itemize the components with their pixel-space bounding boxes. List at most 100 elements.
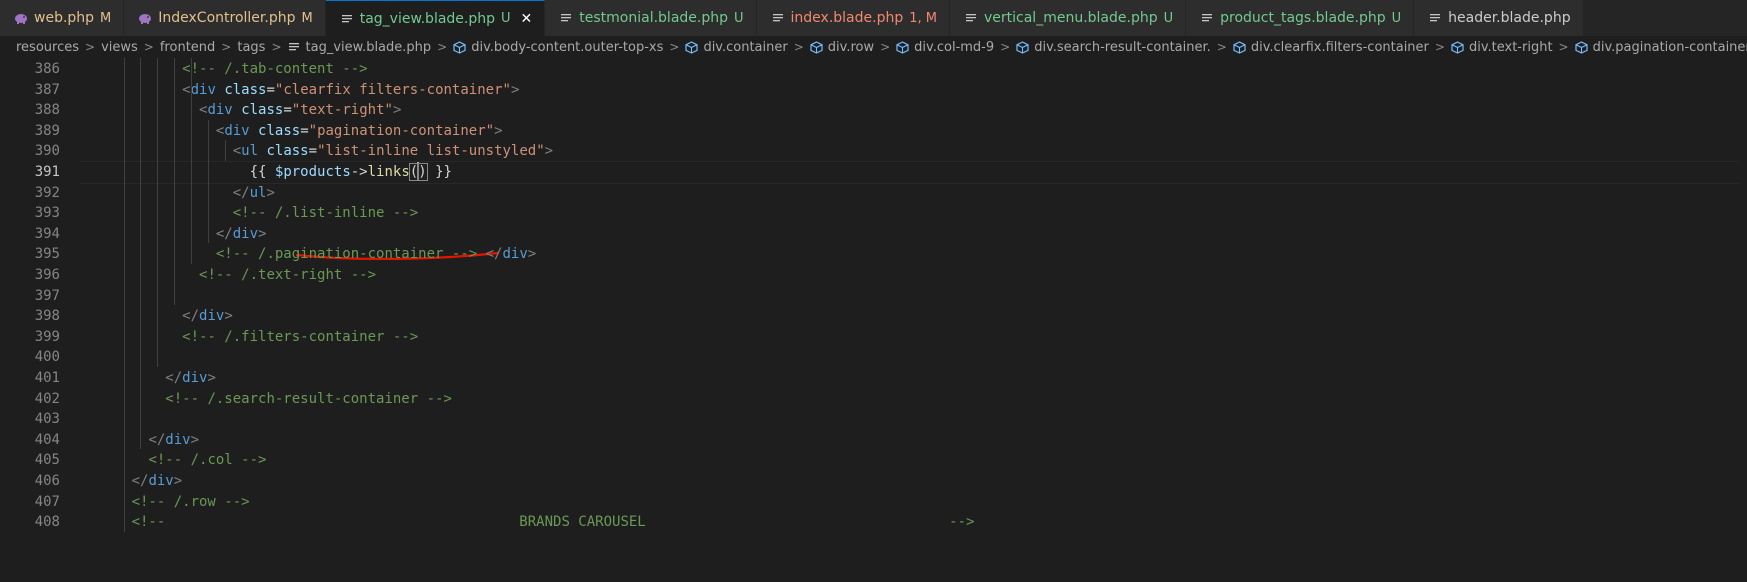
cube-icon xyxy=(1575,40,1588,54)
breadcrumb-item[interactable]: div.body-content.outer-top-xs xyxy=(453,40,663,55)
code-token: -> xyxy=(350,164,368,180)
code-line: 400 xyxy=(0,346,1747,369)
code-line: 396 <!-- /.text-right --> xyxy=(0,264,1747,287)
breadcrumb-item[interactable]: div.row xyxy=(810,40,874,55)
tab-git-status: 1, M xyxy=(909,10,937,26)
breadcrumb-item[interactable]: resources xyxy=(16,40,79,55)
breadcrumb-item[interactable]: tags xyxy=(237,40,265,55)
code-token: = xyxy=(308,143,318,160)
line-number: 390 xyxy=(34,143,60,160)
code-token: class xyxy=(224,81,267,98)
breadcrumb: resources > views > frontend > tags > tag_view.b… xyxy=(0,36,1747,58)
tab-git-status: U xyxy=(734,10,744,26)
code-token: class xyxy=(258,122,301,139)
breadcrumb-item[interactable]: div.container xyxy=(685,40,788,55)
code-line: 390 <ul class="list-inline list-unstyled"… xyxy=(0,140,1747,163)
code-text[interactable]: <!-- /.tab-content --> xyxy=(182,58,367,81)
code-token: </ xyxy=(182,308,200,325)
tab-product-tags-blade-php[interactable]: product_tags.blade.php U xyxy=(1186,0,1415,36)
code-text[interactable]: </div> xyxy=(148,429,199,452)
breadcrumb-item[interactable]: div.col-md-9 xyxy=(896,40,994,55)
code-token: ul xyxy=(249,184,267,201)
tab-index-blade-php[interactable]: index.blade.php 1, M xyxy=(756,0,950,36)
code-token: > xyxy=(190,431,200,448)
chevron-right-icon: > xyxy=(669,40,680,54)
close-icon[interactable]: ✕ xyxy=(521,11,533,27)
code-text[interactable]: </div> xyxy=(165,367,216,390)
indent-guide xyxy=(174,58,176,306)
tab-header-blade-php[interactable]: header.blade.php xyxy=(1414,0,1584,36)
breadcrumb-label: tag_view.blade.php xyxy=(305,39,432,55)
code-line: 398 </div> xyxy=(0,305,1747,328)
code-text[interactable]: <!-- /.list-inline --> xyxy=(233,202,418,225)
code-text[interactable]: <!-- /.filters-container --> xyxy=(182,326,418,349)
line-number: 398 xyxy=(34,308,60,325)
code-text[interactable]: </ul> xyxy=(233,182,275,205)
line-number: 391 xyxy=(34,164,60,180)
chevron-right-icon: > xyxy=(85,40,96,54)
code-token: <!-- /.list-inline --> xyxy=(232,205,419,222)
breadcrumb-label: resources xyxy=(16,39,80,55)
line-number: 389 xyxy=(34,122,60,139)
code-line: 392 </ul> xyxy=(0,182,1747,205)
code-text[interactable]: </div> xyxy=(182,305,233,328)
chevron-right-icon: > xyxy=(1000,40,1011,54)
indent-guide xyxy=(224,140,226,161)
code-text[interactable]: <!-- /.col --> xyxy=(148,449,266,472)
chevron-right-icon: > xyxy=(437,40,448,54)
tab-testmonial-blade-php[interactable]: testmonial.blade.php U xyxy=(545,0,757,36)
breadcrumb-item[interactable]: views xyxy=(101,40,138,55)
code-token: </ xyxy=(485,246,503,263)
code-token: > xyxy=(527,246,537,263)
cube-icon xyxy=(685,40,699,54)
lines-file-icon xyxy=(1428,11,1442,25)
code-token: </ xyxy=(232,184,250,201)
code-text[interactable]: <!-- BRANDS CAROUSEL --> xyxy=(132,511,975,534)
code-token: div xyxy=(207,102,233,119)
code-text[interactable]: {{ $products->links() }} xyxy=(250,161,452,184)
breadcrumb-item[interactable]: tag_view.blade.php xyxy=(288,39,432,55)
breadcrumb-item[interactable]: div.search-result-container. xyxy=(1016,40,1211,55)
code-text[interactable]: <!-- /.pagination-container --> </div> xyxy=(216,243,536,266)
breadcrumb-label: div.body-content.outer-top-xs xyxy=(471,39,664,55)
tab-tag-view-blade-php[interactable]: tag_view.blade.php U ✕ xyxy=(325,0,546,36)
line-number: 394 xyxy=(34,225,60,242)
breadcrumb-item[interactable]: div.pagination-container xyxy=(1575,40,1747,55)
code-token: > xyxy=(258,225,267,242)
tab-web-php[interactable]: web.php M xyxy=(0,0,125,36)
code-text[interactable]: <!-- /.text-right --> xyxy=(199,264,376,287)
code-token: </ xyxy=(165,370,183,386)
code-token: > xyxy=(224,308,233,325)
code-token: div xyxy=(199,308,225,325)
code-editor[interactable]: 386 <!-- /.tab-content --> 387 <div class="… xyxy=(0,58,1747,582)
code-token: class xyxy=(266,143,309,160)
breadcrumb-item[interactable]: div.text-right xyxy=(1451,40,1553,55)
tab-vertical-menu-blade-php[interactable]: vertical_menu.blade.php U xyxy=(950,0,1187,36)
code-line: 401 </div> xyxy=(0,367,1747,390)
line-number: 403 xyxy=(34,411,60,428)
code-text[interactable]: <div class="pagination-container"> xyxy=(216,120,503,143)
code-line: 404 </div> xyxy=(0,429,1747,452)
code-text[interactable]: </div> xyxy=(132,470,183,493)
tab-indexcontroller-php[interactable]: IndexController.php M xyxy=(124,0,326,36)
lines-file-icon xyxy=(559,11,573,25)
code-text[interactable]: <!-- /.row --> xyxy=(132,491,250,514)
breadcrumb-item[interactable]: div.clearfix.filters-container xyxy=(1233,40,1429,55)
code-text[interactable]: <div class="text-right"> xyxy=(199,99,401,122)
code-line: 393 <!-- /.list-inline --> xyxy=(0,202,1747,225)
tab-label: product_tags.blade.php xyxy=(1220,10,1386,26)
code-line: 394 </div> xyxy=(0,223,1747,246)
code-text[interactable]: <ul class="list-inline list-unstyled"> xyxy=(233,140,553,163)
code-token: <!-- /.search-result-container --> xyxy=(165,390,452,407)
code-text[interactable]: <div class="clearfix filters-container"> xyxy=(182,79,519,102)
line-number: 402 xyxy=(34,390,60,407)
code-line: 408 <!-- BRANDS CAROUSEL --> xyxy=(0,511,1747,534)
breadcrumb-item[interactable]: frontend xyxy=(160,40,215,55)
code-text[interactable]: <!-- /.search-result-container --> xyxy=(165,388,452,411)
code-line: 399 <!-- /.filters-container --> xyxy=(0,326,1747,349)
code-line: 406 </div> xyxy=(0,470,1747,493)
code-text[interactable]: </div> xyxy=(216,223,267,246)
chevron-right-icon: > xyxy=(1558,40,1569,54)
tab-label: web.php xyxy=(34,10,95,26)
code-token: < xyxy=(232,143,242,160)
